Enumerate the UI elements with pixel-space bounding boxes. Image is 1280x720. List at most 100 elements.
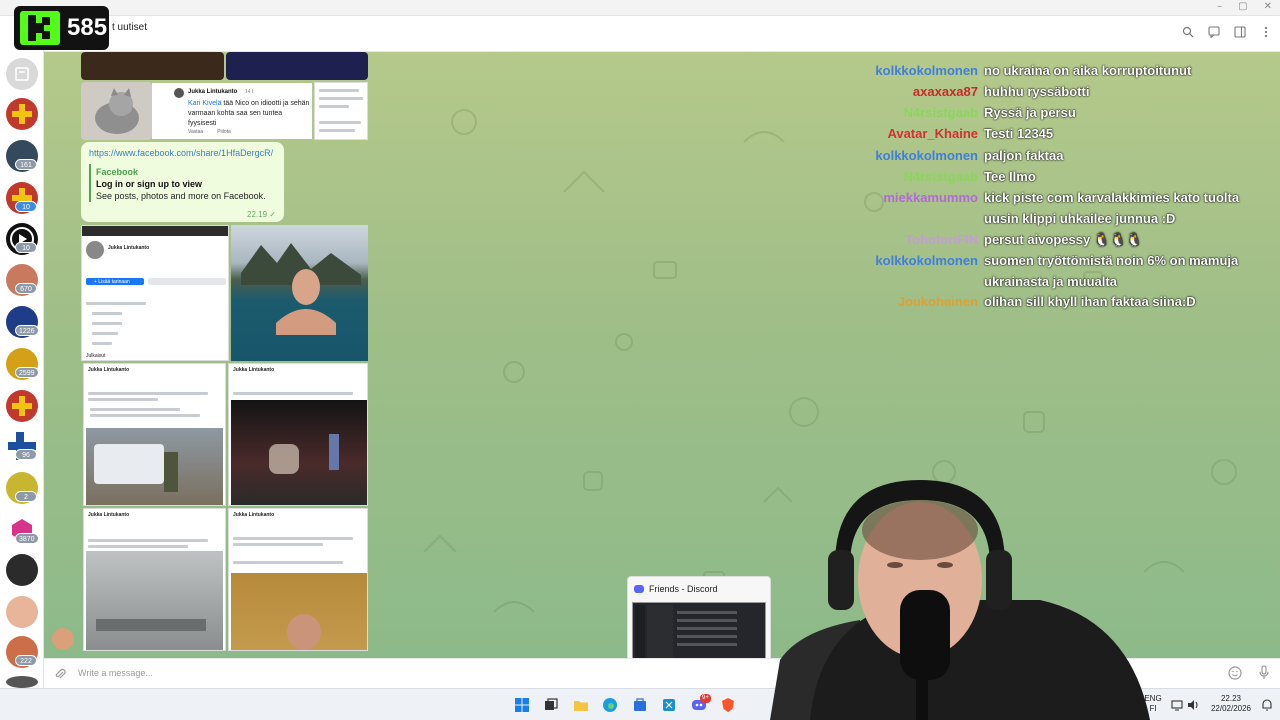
edge-icon[interactable] xyxy=(602,697,618,713)
clock-time: 22.23 xyxy=(1220,694,1242,703)
store-icon[interactable] xyxy=(632,697,648,713)
chat-list-sidebar: 161 10 10 670 1226 2599 96 2 3870 222 xyxy=(0,16,44,688)
kick-logo-icon xyxy=(20,11,60,45)
avatar xyxy=(86,241,104,259)
chat-text: Testi 12345 xyxy=(984,126,1054,141)
chat-username: N4rsistgaab xyxy=(903,105,978,120)
chat-username: kolkkokolmonen xyxy=(875,148,978,163)
link-message-bubble[interactable]: https://www.facebook.com/share/1HfaDergc… xyxy=(81,142,284,222)
discord-window-title: Friends - Discord xyxy=(649,584,718,594)
chat-text: paljon faktaa xyxy=(984,148,1064,163)
chat-username: miekkamummo xyxy=(883,190,978,205)
comment-hide: Piilota xyxy=(217,129,231,135)
webcam-overlay xyxy=(770,480,1150,720)
comment-screenshot[interactable]: Jukka Lintukanto 14 t Kari Kivelä tää Ni… xyxy=(152,83,312,139)
chat-avatar[interactable] xyxy=(6,554,38,586)
unread-badge: 222 xyxy=(15,655,37,666)
clock-date: 22/02/2026 xyxy=(1210,704,1252,713)
swimming-photo[interactable] xyxy=(231,225,368,361)
unread-badge: 2599 xyxy=(15,367,39,378)
preview-accent xyxy=(89,164,91,202)
unread-badge: 670 xyxy=(15,283,37,294)
viewer-count: 585 xyxy=(67,14,108,41)
stream-logo: 585 xyxy=(14,6,109,50)
chat-avatar[interactable] xyxy=(6,596,38,628)
preview-site-name: Facebook xyxy=(96,167,139,177)
maximize-button[interactable]: ▢ xyxy=(1238,1,1247,12)
chat-text: suomen tryöttömistä noin 6% on mamuja uk… xyxy=(984,253,1239,289)
chat-text: Ryssä ja persu xyxy=(984,105,1076,120)
read-check-icon: ✓ xyxy=(269,210,276,219)
profile-screenshot[interactable]: Jukka Lintukanto + Lisää tarinaan Julkai… xyxy=(81,225,229,361)
comment-text: Kari Kivelä tää Nico on idiootti ja sehä… xyxy=(188,99,312,129)
preview-description: See posts, photos and more on Facebook. xyxy=(96,191,266,201)
chat-text: Tee Ilmo xyxy=(984,169,1036,184)
post-screenshot[interactable]: Jukka Lintukanto xyxy=(83,508,226,651)
cat-photo[interactable] xyxy=(81,82,152,140)
chat-text: olihan sill khyll ihan faktaa siina:D xyxy=(984,294,1196,309)
profile-name: Jukka Lintukanto xyxy=(108,245,150,251)
chat-username: Joukohainen xyxy=(897,294,978,309)
post-screenshot[interactable]: Jukka Lintukanto xyxy=(228,508,368,651)
unread-badge: 2 xyxy=(15,491,37,502)
archive-icon[interactable] xyxy=(6,58,38,90)
task-view-icon[interactable] xyxy=(543,697,559,713)
unread-badge: 96 xyxy=(15,449,37,460)
unread-badge: 1226 xyxy=(15,325,39,336)
unread-badge: 10 xyxy=(15,201,37,212)
chat-text: huhhu ryssäbotti xyxy=(984,84,1090,99)
message-input[interactable]: Write a message... xyxy=(78,668,153,678)
minimize-button[interactable]: – xyxy=(1217,1,1222,12)
emoji-icon[interactable] xyxy=(1228,666,1242,680)
chat-avatar[interactable] xyxy=(6,390,38,422)
preview-title[interactable]: Log in or sign up to view xyxy=(96,179,202,189)
window-title-bar: – ▢ ✕ xyxy=(0,0,1280,16)
comment-mention: Kari Kivelä xyxy=(188,100,222,107)
chat-username: Avatar_Khaine xyxy=(887,126,978,141)
chat-text: kick piste com karvalakkimies kato tuolt… xyxy=(984,190,1240,226)
chat-title[interactable]: t uutiset xyxy=(112,22,147,33)
close-button[interactable]: ✕ xyxy=(1264,1,1272,12)
chat-header: t uutiset xyxy=(44,16,1280,52)
clock[interactable]: 22.23 22/02/2026 xyxy=(1205,694,1257,714)
photo[interactable] xyxy=(226,52,368,80)
post-screenshot[interactable] xyxy=(314,82,368,140)
posts-tab: Julkaisut xyxy=(86,353,106,359)
chat-text: persut aivopessy 🐧🐧🐧 xyxy=(984,232,1143,247)
message-time: 22.19 ✓ xyxy=(247,210,276,219)
microphone-icon[interactable] xyxy=(1258,665,1270,681)
photo[interactable] xyxy=(81,52,224,80)
sidebar-toggle-icon[interactable] xyxy=(1234,26,1246,38)
start-icon[interactable] xyxy=(514,697,530,713)
unread-badge: 161 xyxy=(15,159,37,170)
notification-bell-icon[interactable] xyxy=(1260,697,1274,713)
sender-avatar[interactable] xyxy=(52,628,74,650)
chat-username: kolkkokolmonen xyxy=(875,253,978,268)
chat-text: no ukraina on aika korruptoitunut xyxy=(984,63,1192,78)
avatar xyxy=(174,88,184,98)
comment-author: Jukka Lintukanto xyxy=(188,89,238,95)
message-link[interactable]: https://www.facebook.com/share/1HfaDergc… xyxy=(89,148,273,158)
comments-icon[interactable] xyxy=(1208,26,1220,38)
more-menu-icon[interactable] xyxy=(1260,26,1272,38)
chat-username: kolkkokolmonen xyxy=(875,63,978,78)
brave-icon[interactable] xyxy=(720,697,736,713)
post-author: Jukka Lintukanto xyxy=(233,512,275,518)
snipping-tool-icon[interactable] xyxy=(661,697,677,713)
discord-notification-badge: 9+ xyxy=(700,694,711,703)
post-author: Jukka Lintukanto xyxy=(88,367,130,373)
post-screenshot[interactable]: Jukka Lintukanto xyxy=(83,363,226,506)
post-screenshot[interactable]: Jukka Lintukanto xyxy=(228,363,368,506)
discord-icon xyxy=(634,585,644,593)
chat-username: TohotoriFIN xyxy=(905,232,978,247)
chat-username: axaxaxa87 xyxy=(912,84,978,99)
search-icon[interactable] xyxy=(1182,26,1194,38)
add-story-button: + Lisää tarinaan xyxy=(94,279,130,285)
chat-avatar[interactable] xyxy=(6,676,38,688)
chat-avatar[interactable] xyxy=(6,98,38,130)
chat-username: N4rsistgaab xyxy=(903,169,978,184)
post-author: Jukka Lintukanto xyxy=(233,367,275,373)
file-explorer-icon[interactable] xyxy=(573,697,589,713)
attach-icon[interactable] xyxy=(54,667,66,681)
screen: – ▢ ✕ t uutiset 161 10 10 670 1226 2599 … xyxy=(0,0,1280,720)
